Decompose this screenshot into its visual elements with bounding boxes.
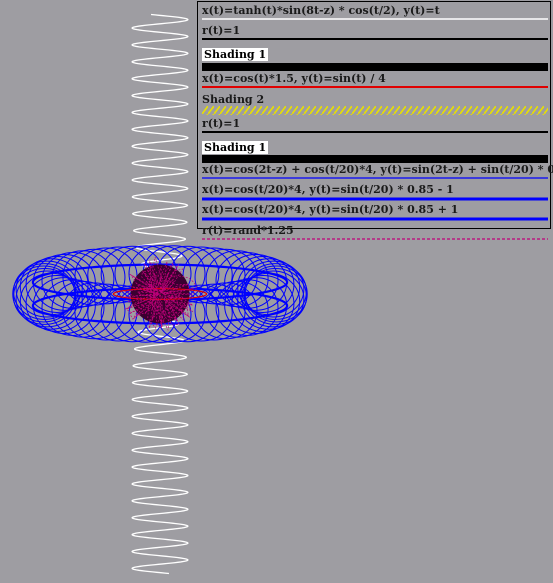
legend-label: x(t)=cos(t/20)*4, y(t)=sin(t/20) * 0.85 …: [202, 203, 459, 216]
legend-entry: r(t)=1: [202, 117, 548, 136]
legend-label: r(t)=1: [202, 24, 241, 37]
legend-swatch-blue-thick: [202, 217, 548, 221]
legend-entry: x(t)=cos(t)*1.5, y(t)=sin(t) / 4: [202, 72, 548, 91]
legend-entry: Shading 2: [202, 93, 548, 115]
legend-swatch-blue-thick: [202, 197, 548, 201]
legend-label: Shading 1: [202, 141, 269, 154]
legend-entry: r(t)=rand*1.25: [202, 224, 548, 243]
legend-swatch-black-fill: [202, 155, 548, 163]
legend-entry: x(t)=cos(2t-z) + cos(t/20)*4, y(t)=sin(2…: [202, 163, 553, 182]
legend-entry: Shading 1: [202, 43, 548, 72]
legend-swatch-blue-thin: [202, 177, 548, 179]
legend-entry: x(t)=cos(t/20)*4, y(t)=sin(t/20) * 0.85 …: [202, 203, 548, 222]
legend-swatch-magenta-dashed: [202, 238, 548, 240]
legend-swatch-red-line: [202, 86, 548, 88]
legend-swatch-black-fill: [202, 63, 548, 71]
legend-label: r(t)=1: [202, 117, 241, 130]
legend-entry: Shading 1: [202, 136, 548, 163]
legend-label: r(t)=rand*1.25: [202, 224, 294, 237]
legend: x(t)=tanh(t)*sin(8t-z) * cos(t/2), y(t)=…: [197, 1, 553, 240]
legend-swatch-yellow-hatch: [202, 106, 548, 115]
legend-swatch-white-line: [202, 18, 548, 20]
legend-entry: r(t)=1: [202, 24, 548, 43]
legend-label: Shading 1: [202, 48, 269, 61]
legend-label: Shading 2: [202, 93, 265, 106]
legend-label: x(t)=tanh(t)*sin(8t-z) * cos(t/2), y(t)=…: [202, 4, 440, 17]
legend-entry: x(t)=cos(t/20)*4, y(t)=sin(t/20) * 0.85 …: [202, 183, 548, 202]
legend-label: x(t)=cos(2t-z) + cos(t/20)*4, y(t)=sin(2…: [202, 163, 553, 176]
legend-entry: x(t)=tanh(t)*sin(8t-z) * cos(t/2), y(t)=…: [202, 4, 548, 22]
legend-label: x(t)=cos(t/20)*4, y(t)=sin(t/20) * 0.85 …: [202, 183, 454, 196]
legend-label: x(t)=cos(t)*1.5, y(t)=sin(t) / 4: [202, 72, 386, 85]
